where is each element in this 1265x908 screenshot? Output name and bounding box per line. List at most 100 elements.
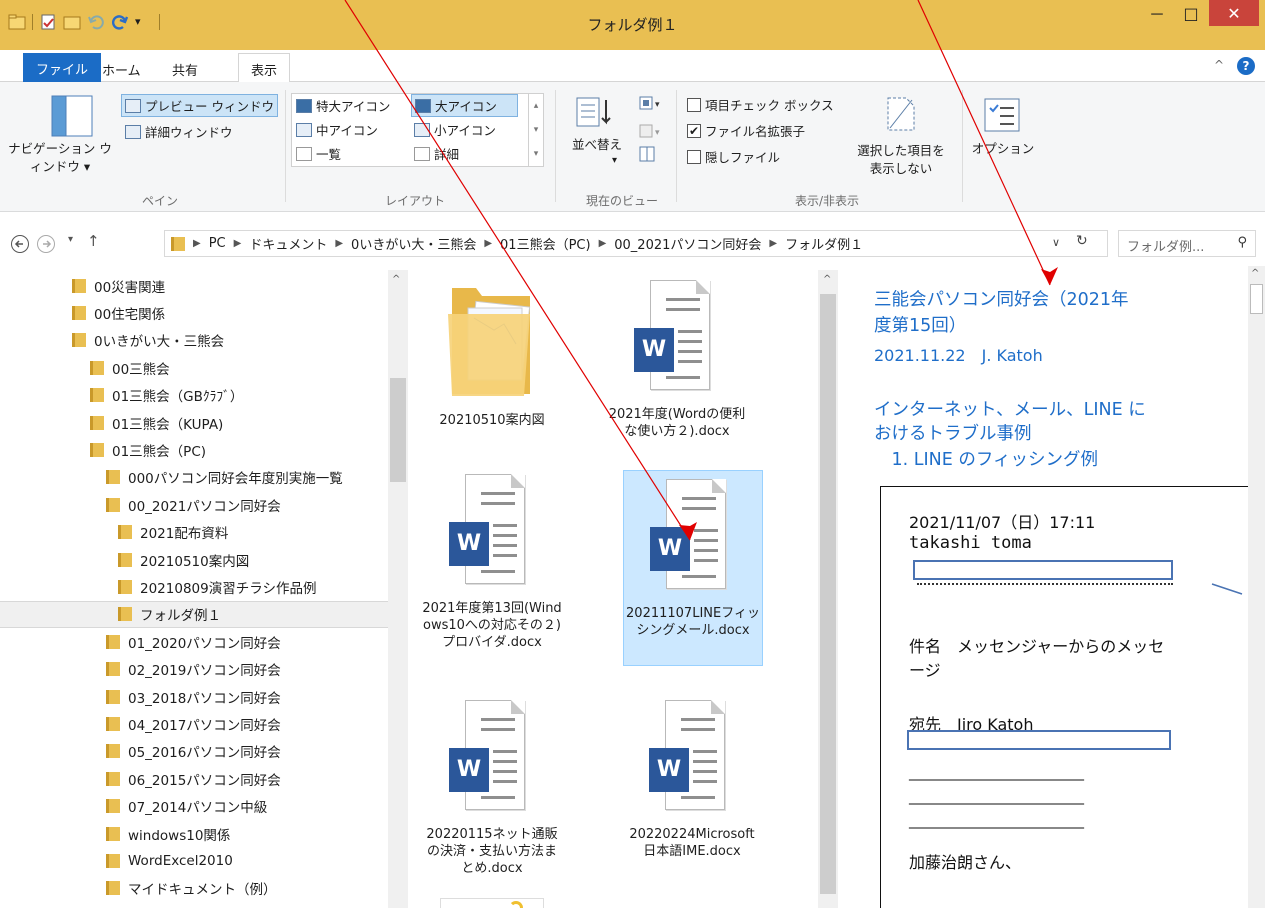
- item-checkboxes-checkbox[interactable]: [687, 97, 701, 112]
- nav-scroll-thumb[interactable]: [390, 378, 406, 482]
- tree-item[interactable]: 20210510案内図: [118, 546, 249, 573]
- address-dropdown-icon[interactable]: ∨: [1052, 236, 1060, 249]
- scroll-up-icon[interactable]: ^: [1251, 268, 1259, 279]
- sort-by-button[interactable]: 並べ替え: [563, 136, 631, 154]
- tree-item[interactable]: windows10関係: [106, 820, 230, 847]
- up-arrow-icon[interactable]: ↑: [87, 232, 100, 250]
- tree-item[interactable]: 03_2018パソコン同好会: [106, 683, 281, 710]
- hidden-files-checkbox[interactable]: [687, 149, 701, 164]
- file-extensions-toggle[interactable]: ✔ ファイル名拡張子: [687, 121, 805, 140]
- preview-pane-button[interactable]: プレビュー ウィンドウ: [121, 94, 278, 117]
- tree-item[interactable]: 2021配布資料: [118, 519, 228, 546]
- recent-locations-icon[interactable]: ▾: [68, 234, 73, 245]
- tree-item[interactable]: 06_2015パソコン同好会: [106, 765, 281, 792]
- tree-item[interactable]: 01三熊会（KUPA): [90, 409, 223, 436]
- extra-large-icons-option[interactable]: 特大アイコン: [296, 96, 390, 115]
- folder-large-icon: [442, 274, 542, 404]
- hidden-files-toggle[interactable]: 隠しファイル: [687, 147, 780, 166]
- tree-item[interactable]: 000パソコン同好会年度別実施一覧: [106, 464, 343, 491]
- redacted-email-box: [913, 560, 1173, 580]
- file-item-partial[interactable]: [440, 898, 544, 908]
- search-input[interactable]: フォルダ例... ⚲: [1118, 230, 1256, 257]
- tree-item[interactable]: 07_2014パソコン中級: [106, 793, 267, 820]
- tree-item[interactable]: 02_2019パソコン同好会: [106, 656, 281, 683]
- chevron-right-icon[interactable]: ▶: [234, 238, 242, 249]
- file-scrollbar[interactable]: ^: [818, 270, 838, 908]
- item-checkboxes-toggle[interactable]: 項目チェック ボックス: [687, 95, 834, 114]
- chevron-right-icon[interactable]: ▶: [769, 238, 777, 249]
- details-option[interactable]: 詳細: [414, 144, 459, 163]
- close-button[interactable]: ✕: [1209, 0, 1259, 26]
- tab-home[interactable]: ホーム: [90, 56, 153, 82]
- medium-icons-option[interactable]: 中アイコン: [296, 120, 378, 139]
- collapse-ribbon-icon[interactable]: ^: [1214, 58, 1224, 72]
- file-item-folder[interactable]: 20210510案内図: [422, 274, 562, 470]
- file-item-docx[interactable]: W 20220224Microsoft 日本語IME.docx: [622, 700, 762, 890]
- preview-scrollbar[interactable]: ^: [1248, 266, 1265, 908]
- layout-gallery-scroll[interactable]: ▴ ▾ ▾: [528, 94, 543, 166]
- help-icon[interactable]: ?: [1237, 57, 1255, 75]
- add-columns-icon[interactable]: ▾: [637, 122, 665, 146]
- tree-item[interactable]: 00三熊会: [90, 354, 170, 381]
- tree-item[interactable]: マイドキュメント（例）: [106, 875, 277, 902]
- file-item-docx[interactable]: W 2021年度(Wordの便利な使い方２).docx: [607, 280, 747, 476]
- file-item-docx-selected[interactable]: W 20211107LINEフィッシングメール.docx: [623, 470, 763, 666]
- breadcrumb-pc-club[interactable]: 01三熊会（PC): [500, 234, 591, 253]
- large-icons-option[interactable]: 大アイコン: [411, 94, 518, 117]
- refresh-icon[interactable]: ↻: [1076, 233, 1088, 249]
- file-extensions-checkbox[interactable]: ✔: [687, 123, 701, 138]
- minimize-button[interactable]: －: [1142, 0, 1172, 26]
- tree-item[interactable]: 0いきがい大・三熊会: [72, 327, 224, 354]
- redacted-email-box: [907, 730, 1171, 750]
- medium-icons-icon: [296, 122, 312, 137]
- group-by-icon[interactable]: ▾: [637, 94, 665, 118]
- chevron-right-icon[interactable]: ▶: [193, 238, 201, 249]
- tree-item[interactable]: 01三熊会（PC): [90, 436, 206, 463]
- tree-item[interactable]: 00災害関連: [72, 272, 165, 299]
- breadcrumb-2021[interactable]: 00_2021パソコン同好会: [614, 234, 761, 253]
- navigation-pane-button[interactable]: ナビゲーション ウィンドウ ▾: [4, 140, 116, 176]
- breadcrumb-ikigai[interactable]: 0いきがい大・三熊会: [351, 234, 476, 253]
- details-pane-button[interactable]: 詳細ウィンドウ: [125, 122, 233, 141]
- tree-item[interactable]: 00住宅関係: [72, 299, 165, 326]
- chevron-right-icon[interactable]: ▶: [599, 238, 607, 249]
- file-item-docx[interactable]: W 2021年度第13回(Windows10への対応その２)プロバイダ.docx: [422, 474, 562, 674]
- scroll-up-icon[interactable]: ^: [392, 274, 400, 285]
- small-icons-option[interactable]: 小アイコン: [414, 120, 496, 139]
- tree-item-selected[interactable]: フォルダ例１: [0, 600, 388, 628]
- list-option[interactable]: 一覧: [296, 144, 341, 163]
- tree-item[interactable]: 00_2021パソコン同好会: [106, 491, 281, 518]
- sort-dropdown-icon[interactable]: ▾: [612, 155, 617, 166]
- search-icon[interactable]: ⚲: [1237, 235, 1247, 250]
- size-columns-icon[interactable]: [637, 144, 657, 168]
- preview-scroll-thumb[interactable]: [1250, 284, 1263, 314]
- tree-item[interactable]: 05_2016パソコン同好会: [106, 738, 281, 765]
- chevron-right-icon[interactable]: ▶: [335, 238, 343, 249]
- preview-topic-line3: 1. LINE のフィッシング例: [874, 450, 1099, 470]
- file-item-docx[interactable]: W 20220115ネット通販の決済・支払い方法まとめ.docx: [422, 700, 562, 890]
- tree-item[interactable]: 01_2020パソコン同好会: [106, 628, 281, 655]
- scroll-up-icon[interactable]: ^: [823, 274, 831, 285]
- preview-pane-label: プレビュー ウィンドウ: [145, 99, 274, 114]
- tree-item[interactable]: WordExcel2010: [106, 847, 233, 874]
- address-bar[interactable]: ▶ PC ▶ ドキュメント ▶ 0いきがい大・三熊会 ▶ 01三熊会（PC) ▶…: [164, 230, 1108, 257]
- file-scroll-thumb[interactable]: [820, 294, 836, 894]
- forward-button[interactable]: [36, 234, 56, 258]
- folder-icon: [106, 497, 120, 512]
- tree-item[interactable]: 01三熊会（GBｸﾗﾌﾞ）: [90, 382, 243, 409]
- navigation-pane-icon: [51, 95, 93, 141]
- tab-view[interactable]: 表示: [238, 53, 291, 83]
- tree-item[interactable]: 04_2017パソコン同好会: [106, 710, 281, 737]
- hide-selected-button[interactable]: 選択した項目を 表示しない: [846, 142, 956, 178]
- tree-item[interactable]: 20210809演習チラシ作品例: [118, 573, 316, 600]
- breadcrumb-current[interactable]: フォルダ例１: [785, 234, 863, 253]
- tab-share[interactable]: 共有: [160, 56, 210, 82]
- breadcrumb-pc[interactable]: PC: [209, 236, 226, 251]
- breadcrumb-documents[interactable]: ドキュメント: [249, 234, 327, 253]
- options-button[interactable]: オプション: [964, 140, 1042, 158]
- group-separator: [555, 90, 556, 202]
- maximize-button[interactable]: □: [1176, 0, 1206, 26]
- nav-scrollbar[interactable]: ^: [388, 270, 408, 908]
- chevron-right-icon[interactable]: ▶: [484, 238, 492, 249]
- back-button[interactable]: [10, 234, 30, 258]
